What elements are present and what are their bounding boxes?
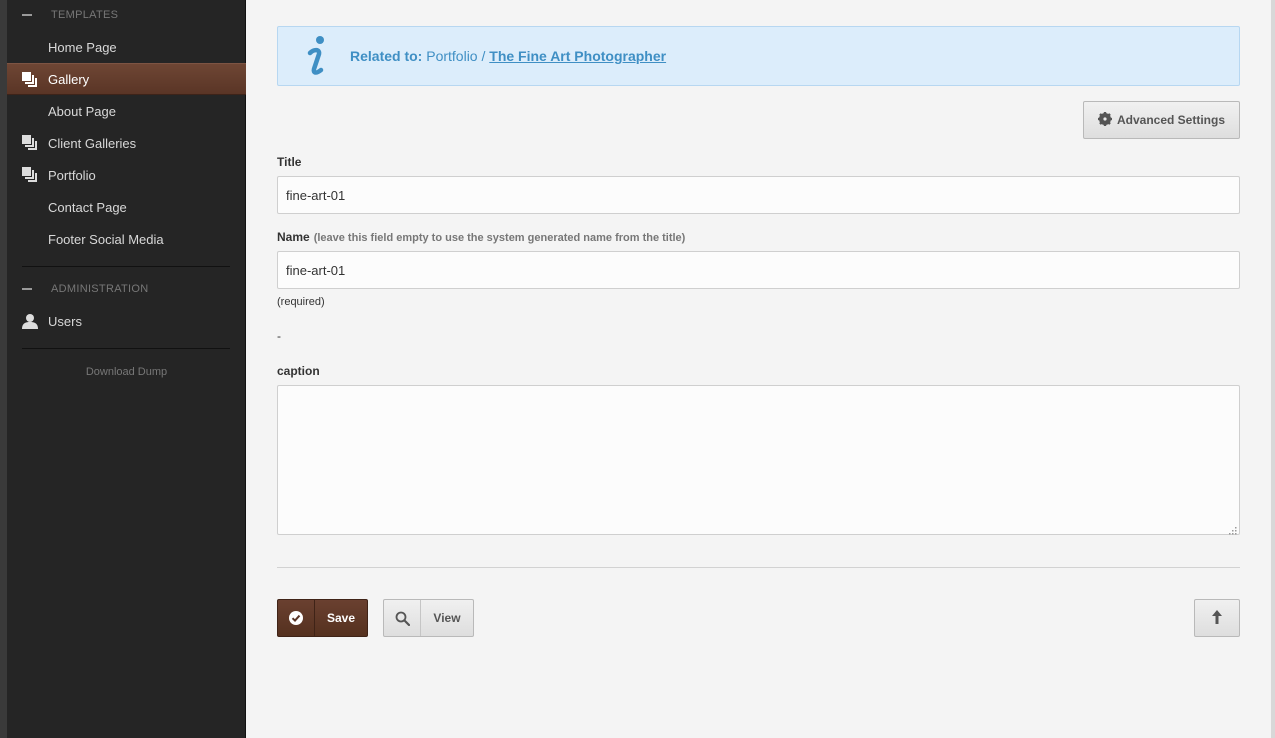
title-input[interactable] — [277, 176, 1240, 214]
sidebar-item-label: Users — [48, 313, 82, 329]
required-note: (required) — [277, 296, 325, 308]
sidebar-item-portfolio[interactable]: Portfolio — [7, 159, 246, 191]
main-content: Related to: Portfolio / The Fine Art Pho… — [247, 0, 1271, 738]
save-button[interactable]: Save — [277, 599, 368, 637]
sidebar-item-contact-page[interactable]: Contact Page — [7, 191, 246, 223]
sidebar-item-label: Portfolio — [48, 167, 96, 183]
arrow-up-icon — [1212, 609, 1222, 627]
title-label: Title — [277, 155, 302, 169]
sidebar-item-label: About Page — [48, 103, 116, 119]
related-link[interactable]: The Fine Art Photographer — [489, 48, 666, 64]
sidebar-divider — [22, 348, 230, 349]
sidebar-item-label: Home Page — [48, 39, 117, 55]
page-scrollbar[interactable] — [1271, 0, 1275, 738]
check-circle-icon — [278, 600, 315, 636]
resize-grip-icon[interactable] — [1229, 523, 1237, 535]
sidebar-item-home-page[interactable]: Home Page — [7, 31, 246, 63]
collapse-icon[interactable] — [22, 288, 32, 290]
sidebar-divider — [22, 266, 230, 267]
advanced-settings-button[interactable]: Advanced Settings — [1083, 101, 1240, 139]
section-title: ADMINISTRATION — [51, 283, 149, 295]
related-parent: Portfolio / — [426, 48, 486, 64]
sidebar-item-label: Contact Page — [48, 199, 127, 215]
sidebar-item-about-page[interactable]: About Page — [7, 95, 246, 127]
user-icon — [22, 313, 38, 329]
name-input[interactable] — [277, 251, 1240, 289]
section-header-administration[interactable]: ADMINISTRATION — [22, 281, 149, 297]
window-left-edge — [0, 0, 7, 738]
name-label-row: Name (leave this field empty to use the s… — [277, 230, 685, 244]
sidebar: TEMPLATES Home Page Gallery About Page C… — [7, 0, 246, 738]
name-label: Name — [277, 230, 310, 244]
sidebar-item-label: Gallery — [48, 71, 90, 87]
stack-icon — [22, 72, 38, 88]
caption-textarea[interactable] — [277, 385, 1240, 535]
section-header-templates[interactable]: TEMPLATES — [22, 7, 118, 23]
section-title: TEMPLATES — [51, 9, 119, 21]
advanced-settings-label: Advanced Settings — [1116, 113, 1226, 127]
sidebar-item-users[interactable]: Users — [7, 305, 246, 337]
stack-icon — [22, 167, 38, 183]
scroll-to-top-button[interactable] — [1194, 599, 1240, 637]
related-message: Related to: Portfolio / The Fine Art Pho… — [350, 48, 666, 64]
empty-value-dash: - — [277, 329, 281, 343]
name-hint: (leave this field empty to use the syste… — [313, 232, 686, 244]
view-label: View — [433, 611, 461, 625]
search-icon — [384, 600, 421, 636]
gear-icon — [1097, 111, 1112, 129]
sidebar-item-gallery[interactable]: Gallery — [7, 63, 246, 95]
sidebar-item-label: Client Galleries — [48, 135, 137, 151]
info-icon — [302, 35, 332, 79]
save-label: Save — [326, 611, 356, 625]
stack-icon — [22, 135, 38, 151]
caption-label: caption — [277, 364, 320, 378]
view-button[interactable]: View — [383, 599, 474, 637]
download-dump-link[interactable]: Download Dump — [7, 366, 246, 378]
sidebar-item-footer-social-media[interactable]: Footer Social Media — [7, 223, 246, 255]
related-prefix: Related to: — [350, 48, 423, 64]
form-divider — [277, 567, 1240, 568]
related-info-box: Related to: Portfolio / The Fine Art Pho… — [277, 26, 1240, 86]
collapse-icon[interactable] — [22, 14, 32, 16]
sidebar-item-label: Footer Social Media — [48, 231, 164, 247]
sidebar-item-client-galleries[interactable]: Client Galleries — [7, 127, 246, 159]
